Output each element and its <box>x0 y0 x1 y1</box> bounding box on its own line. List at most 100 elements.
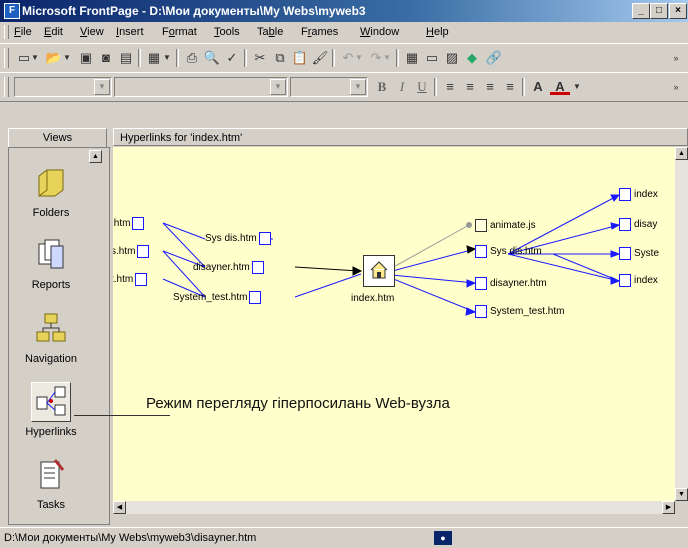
underline-button[interactable]: U <box>412 78 432 96</box>
views-bar: ▲ Folders Reports Navigation Hyperlinks … <box>8 147 110 525</box>
toolbar-grip[interactable] <box>4 48 9 68</box>
preview-icon[interactable]: 🔍 <box>202 49 222 67</box>
chevron-down-icon[interactable]: ▼ <box>270 79 286 95</box>
publish-web-icon[interactable]: ◙ <box>96 49 116 67</box>
insert-table-icon[interactable]: ▦ <box>402 49 422 67</box>
views-header: Views <box>8 128 107 148</box>
insert-frame-icon[interactable]: ▭ <box>422 49 442 67</box>
font-combo[interactable]: ▼ <box>114 77 288 97</box>
style-combo[interactable]: ▼ <box>14 77 112 97</box>
horizontal-scrollbar[interactable]: ◀ ▶ <box>113 501 675 514</box>
font-color-icon[interactable]: A <box>550 78 570 95</box>
hyperlink-icon[interactable]: 🔗 <box>484 49 504 67</box>
node-label: disay <box>634 219 658 231</box>
copy-icon[interactable]: ⧉ <box>270 49 290 67</box>
close-button[interactable]: × <box>669 3 687 19</box>
save-icon[interactable]: ▣ <box>76 49 96 67</box>
outer-link-node[interactable]: disay <box>619 218 657 231</box>
spelling-icon[interactable]: ✓ <box>222 49 242 67</box>
align-center-icon[interactable]: ≡ <box>460 78 480 96</box>
menu-frames[interactable]: Frames <box>301 26 338 38</box>
menu-insert-label: nsert <box>119 26 144 38</box>
outbound-link-node[interactable]: disayner.htm <box>475 277 547 290</box>
menu-window[interactable]: Window <box>360 26 399 38</box>
inbound-link-node[interactable]: disayner.htm <box>193 261 264 274</box>
outbound-link-node[interactable]: animate.js <box>475 219 536 232</box>
outbound-link-node[interactable]: Sys dis.htm <box>475 245 542 258</box>
toolbar-grip[interactable] <box>4 77 9 97</box>
outer-link-node[interactable]: t.htm <box>113 273 148 286</box>
menu-table[interactable]: Table <box>257 26 283 38</box>
menu-view[interactable]: View <box>80 26 104 38</box>
node-label: .htm <box>113 218 131 230</box>
menu-file[interactable]: File <box>14 26 32 38</box>
menu-bar: File Edit View Insert Format Tools Table… <box>0 22 688 42</box>
minimize-button[interactable]: _ <box>632 3 650 19</box>
font-color-dropdown-icon[interactable]: ▼ <box>572 78 582 96</box>
scroll-down-icon[interactable]: ▼ <box>675 488 688 501</box>
bold-button[interactable]: B <box>372 78 392 96</box>
format-painter-icon[interactable]: 🖌 <box>310 49 330 67</box>
page-icon <box>249 291 262 304</box>
toolbar-overflow-icon[interactable]: » <box>666 49 686 67</box>
drawing-icon[interactable]: ◆ <box>462 49 482 67</box>
redo-dropdown-icon[interactable]: ▼ <box>382 49 392 67</box>
views-item-reports[interactable]: Reports <box>9 236 93 291</box>
chevron-down-icon[interactable]: ▼ <box>350 79 366 95</box>
outer-link-node[interactable]: Syste <box>619 247 659 260</box>
home-page-icon[interactable] <box>363 255 395 287</box>
menu-edit[interactable]: Edit <box>44 26 63 38</box>
hyperlink-lines <box>162 194 621 316</box>
font-size-combo[interactable]: ▼ <box>290 77 368 97</box>
menu-format[interactable]: Format <box>162 26 197 38</box>
paste-icon[interactable]: 📋 <box>290 49 310 67</box>
cut-icon[interactable]: ✂ <box>250 49 270 67</box>
outer-link-node[interactable]: s.htm <box>113 245 150 258</box>
views-scroll-up-icon[interactable]: ▲ <box>89 150 102 163</box>
menu-help[interactable]: Help <box>426 26 449 38</box>
new-dropdown-icon[interactable]: ▼ <box>30 49 40 67</box>
menu-insert[interactable]: Insert <box>116 26 144 38</box>
views-item-navigation[interactable]: Navigation <box>9 310 93 365</box>
standard-toolbar: ▭ ▼ 📂 ▼ ▣ ◙ ▤ ▦ ▼ ⎙ 🔍 ✓ ✂ ⧉ 📋 🖌 ↶ ▼ ↷ ▼ … <box>0 43 688 73</box>
views-item-folders[interactable]: Folders <box>9 164 93 219</box>
menu-window-label: indow <box>370 26 400 38</box>
print-icon[interactable]: ⎙ <box>182 49 202 67</box>
outer-link-node[interactable]: index <box>619 188 658 201</box>
inbound-link-node[interactable]: System_test.htm <box>173 291 262 304</box>
hyperlinks-canvas: .htm s.htm t.htm Sys dis.htm disayner.ht… <box>113 147 675 501</box>
chevron-down-icon[interactable]: ▼ <box>94 79 110 95</box>
views-item-label: Folders <box>32 207 70 219</box>
page-icon <box>619 218 631 231</box>
menu-tools[interactable]: Tools <box>214 26 240 38</box>
increase-font-icon[interactable]: A <box>528 78 548 96</box>
justify-icon[interactable]: ≡ <box>500 78 520 96</box>
undo-dropdown-icon[interactable]: ▼ <box>354 49 364 67</box>
frontpage-app-icon[interactable]: F <box>4 3 20 19</box>
status-bar: D:\Мои документы\My Webs\myweb3\disayner… <box>0 527 688 548</box>
vertical-scrollbar[interactable]: ▲ ▼ <box>675 147 688 501</box>
outbound-link-node[interactable]: System_test.htm <box>475 305 564 318</box>
insert-component-icon[interactable]: ▦ <box>144 49 164 67</box>
align-left-icon[interactable]: ≡ <box>440 78 460 96</box>
outer-link-node[interactable]: .htm <box>113 217 145 230</box>
maximize-button[interactable]: □ <box>650 3 668 19</box>
menu-table-pre: Ta <box>257 26 269 38</box>
menu-grip[interactable] <box>4 25 9 39</box>
inbound-link-node[interactable]: Sys dis.htm <box>205 232 271 245</box>
italic-button[interactable]: I <box>392 78 412 96</box>
scroll-right-icon[interactable]: ▶ <box>662 501 675 514</box>
scroll-left-icon[interactable]: ◀ <box>113 501 126 514</box>
toolbar-overflow-icon[interactable]: » <box>666 78 686 96</box>
open-dropdown-icon[interactable]: ▼ <box>62 49 72 67</box>
insert-picture-icon[interactable]: ▨ <box>442 49 462 67</box>
outer-link-node[interactable]: index <box>619 274 658 287</box>
folder-icon <box>38 169 64 197</box>
views-item-tasks[interactable]: Tasks <box>9 456 93 511</box>
views-item-hyperlinks[interactable]: Hyperlinks <box>9 382 93 438</box>
open-icon[interactable]: 📂 <box>44 49 64 67</box>
align-right-icon[interactable]: ≡ <box>480 78 500 96</box>
component-dropdown-icon[interactable]: ▼ <box>162 49 172 67</box>
folder-list-icon[interactable]: ▤ <box>116 49 136 67</box>
scroll-up-icon[interactable]: ▲ <box>675 147 688 160</box>
